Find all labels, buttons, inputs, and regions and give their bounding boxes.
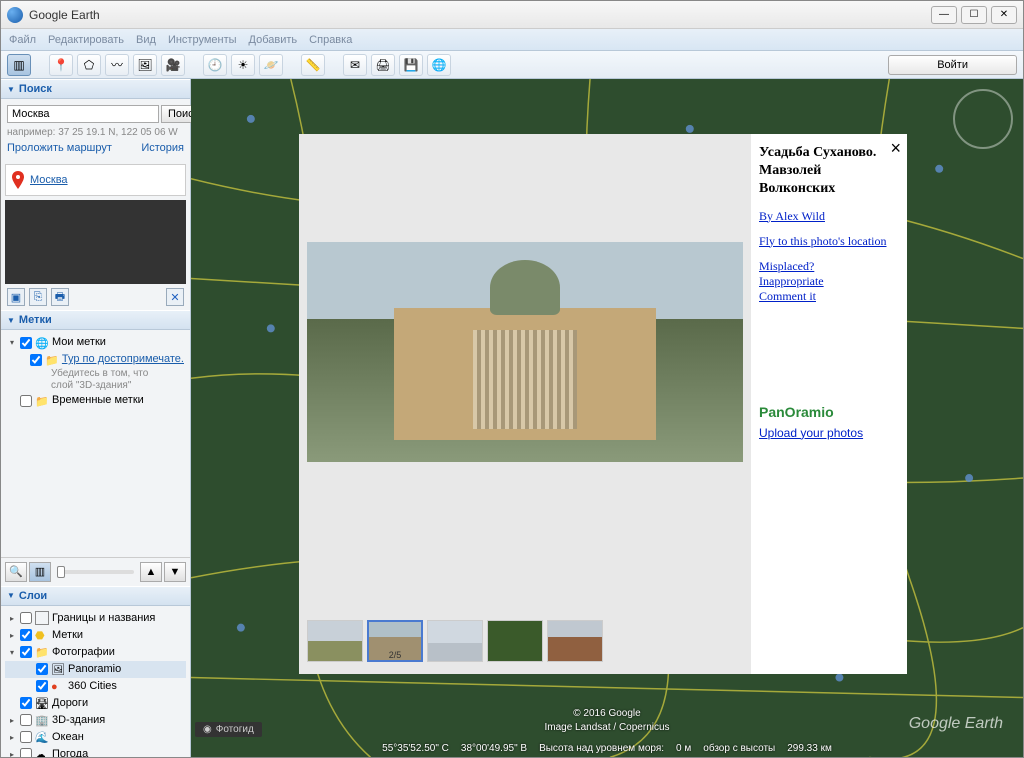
app-icon [7, 7, 23, 23]
tour-item[interactable]: 📁Тур по достопримечате. [5, 351, 186, 368]
google-earth-logo: Google Earth [909, 715, 1003, 733]
menu-add[interactable]: Добавить [249, 34, 298, 46]
temp-places-item[interactable]: 📁Временные метки [5, 392, 186, 409]
menu-file[interactable]: Файл [9, 34, 36, 46]
layer-places[interactable]: ▸⬣Метки [5, 627, 186, 644]
temp-places-check[interactable] [20, 395, 32, 407]
view-maps-icon[interactable]: 🌐 [427, 54, 451, 76]
titlebar: Google Earth — ☐ ✕ [1, 1, 1023, 29]
thumb-2[interactable]: 2/5 [367, 620, 423, 662]
search-results-area [5, 200, 186, 284]
tour-sub2: слой "3D-здания" [5, 380, 186, 392]
window-title: Google Earth [29, 8, 931, 22]
login-button[interactable]: Войти [888, 55, 1017, 75]
photo-popup: 2/5 × Усадьба Суханово. Мавзолей Волконс… [299, 134, 907, 674]
menu-tools[interactable]: Инструменты [168, 34, 237, 46]
search-input[interactable] [7, 105, 159, 123]
author-link[interactable]: By Alex Wild [759, 209, 899, 224]
places-sidebar-icon[interactable]: ▥ [29, 562, 51, 582]
planet-icon[interactable]: 🪐 [259, 54, 283, 76]
toolbar: ▥ 📍 ⬠ 〰 🖼 🎥 🕘 ☀ 🪐 📏 ✉ 🖨 💾 🌐 Войти [1, 51, 1023, 79]
opacity-slider[interactable] [57, 570, 134, 574]
search-result[interactable]: Москва [5, 164, 186, 196]
misplaced-link[interactable]: Misplaced? [759, 259, 899, 274]
upload-link[interactable]: Upload your photos [759, 426, 899, 440]
photo-title: Усадьба Суханово. Мавзолей Волконских [759, 144, 899, 199]
my-places-check[interactable] [20, 337, 32, 349]
photo-image[interactable] [307, 242, 743, 462]
layer-borders[interactable]: ▸Границы и названия [5, 610, 186, 627]
compass-icon[interactable] [953, 89, 1013, 149]
print-search-icon[interactable]: 🖶 [51, 288, 69, 306]
save-image-icon[interactable]: 💾 [399, 54, 423, 76]
tour-sub1: Убедитесь в том, что [5, 368, 186, 380]
close-icon[interactable]: × [890, 138, 901, 159]
email-icon[interactable]: ✉ [343, 54, 367, 76]
ruler-icon[interactable]: 📏 [301, 54, 325, 76]
my-places-item[interactable]: ▾🌐Мои метки [5, 334, 186, 351]
status-bar: 55°35'52.50" С 38°00'49.95" В Высота над… [191, 739, 1023, 757]
flyto-link[interactable]: Fly to this photo's location [759, 234, 899, 249]
panoramio-logo: PanOramio [759, 404, 899, 420]
attribution: © 2016 Google Image Landsat / Copernicus [544, 707, 669, 735]
sidebar-toggle-icon[interactable]: ▥ [7, 54, 31, 76]
layers-tree: ▸Границы и названия ▸⬣Метки ▾📁Фотографии… [1, 606, 190, 758]
layer-ocean[interactable]: ▸🌊Океан [5, 729, 186, 746]
thumb-4[interactable] [487, 620, 543, 662]
thumb-3[interactable] [427, 620, 483, 662]
save-search-icon[interactable]: ▣ [7, 288, 25, 306]
maximize-button[interactable]: ☐ [961, 6, 987, 24]
placemark-icon[interactable]: 📍 [49, 54, 73, 76]
result-label: Москва [30, 174, 68, 186]
history-icon[interactable]: 🕘 [203, 54, 227, 76]
layer-360cities[interactable]: ●360 Cities [5, 678, 186, 695]
clear-search-icon[interactable]: ✕ [166, 288, 184, 306]
move-up-icon[interactable]: ▲ [140, 562, 162, 582]
thumb-1[interactable] [307, 620, 363, 662]
thumb-5[interactable] [547, 620, 603, 662]
search-panel-header[interactable]: Поиск [1, 79, 190, 99]
history-link[interactable]: История [141, 142, 184, 154]
tour-check[interactable] [30, 354, 42, 366]
close-button[interactable]: ✕ [991, 6, 1017, 24]
comment-link[interactable]: Comment it [759, 289, 899, 304]
record-tour-icon[interactable]: 🎥 [161, 54, 185, 76]
photoguide-button[interactable]: ◉Фотогид [195, 722, 262, 737]
menu-edit[interactable]: Редактировать [48, 34, 124, 46]
route-link[interactable]: Проложить маршрут [7, 142, 112, 154]
inappropriate-link[interactable]: Inappropriate [759, 274, 899, 289]
minimize-button[interactable]: — [931, 6, 957, 24]
places-search-icon[interactable]: 🔍 [5, 562, 27, 582]
menu-help[interactable]: Справка [309, 34, 352, 46]
pin-icon [12, 171, 24, 189]
menu-view[interactable]: Вид [136, 34, 156, 46]
path-icon[interactable]: 〰 [105, 54, 129, 76]
copy-search-icon[interactable]: ⎘ [29, 288, 47, 306]
places-panel-header[interactable]: Метки [1, 310, 190, 330]
map-viewport[interactable]: 2/5 × Усадьба Суханово. Мавзолей Волконс… [191, 79, 1023, 757]
layer-photos[interactable]: ▾📁Фотографии [5, 644, 186, 661]
layer-weather[interactable]: ▸☁Погода [5, 746, 186, 758]
layer-3d[interactable]: ▸🏢3D-здания [5, 712, 186, 729]
layer-panoramio[interactable]: 🖼Panoramio [5, 661, 186, 678]
layer-roads[interactable]: 🛣Дороги [5, 695, 186, 712]
print-icon[interactable]: 🖨 [371, 54, 395, 76]
menubar: Файл Редактировать Вид Инструменты Добав… [1, 29, 1023, 51]
thumbnail-strip: 2/5 [307, 616, 743, 666]
layers-panel-header[interactable]: Слои [1, 586, 190, 606]
move-down-icon[interactable]: ▼ [164, 562, 186, 582]
polygon-icon[interactable]: ⬠ [77, 54, 101, 76]
sun-icon[interactable]: ☀ [231, 54, 255, 76]
sidebar: Поиск Поиск например: 37 25 19.1 N, 122 … [1, 79, 191, 757]
search-hint: например: 37 25 19.1 N, 122 05 06 W [7, 127, 184, 138]
image-overlay-icon[interactable]: 🖼 [133, 54, 157, 76]
